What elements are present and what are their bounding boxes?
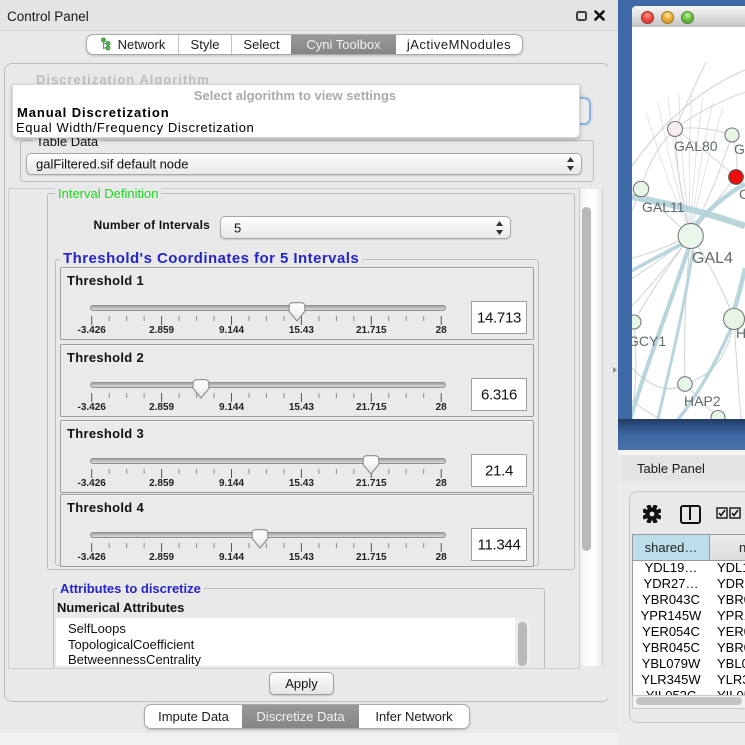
svg-text:GAL80: GAL80 <box>674 138 718 154</box>
svg-text:HAP2: HAP2 <box>684 393 721 409</box>
svg-text:GAL4: GAL4 <box>692 250 733 267</box>
svg-text:C: C <box>739 186 745 202</box>
svg-text:GAL11: GAL11 <box>642 199 685 215</box>
svg-text:GCY1: GCY1 <box>632 333 666 349</box>
svg-text:GA: GA <box>734 141 745 157</box>
svg-text:H: H <box>736 325 745 341</box>
